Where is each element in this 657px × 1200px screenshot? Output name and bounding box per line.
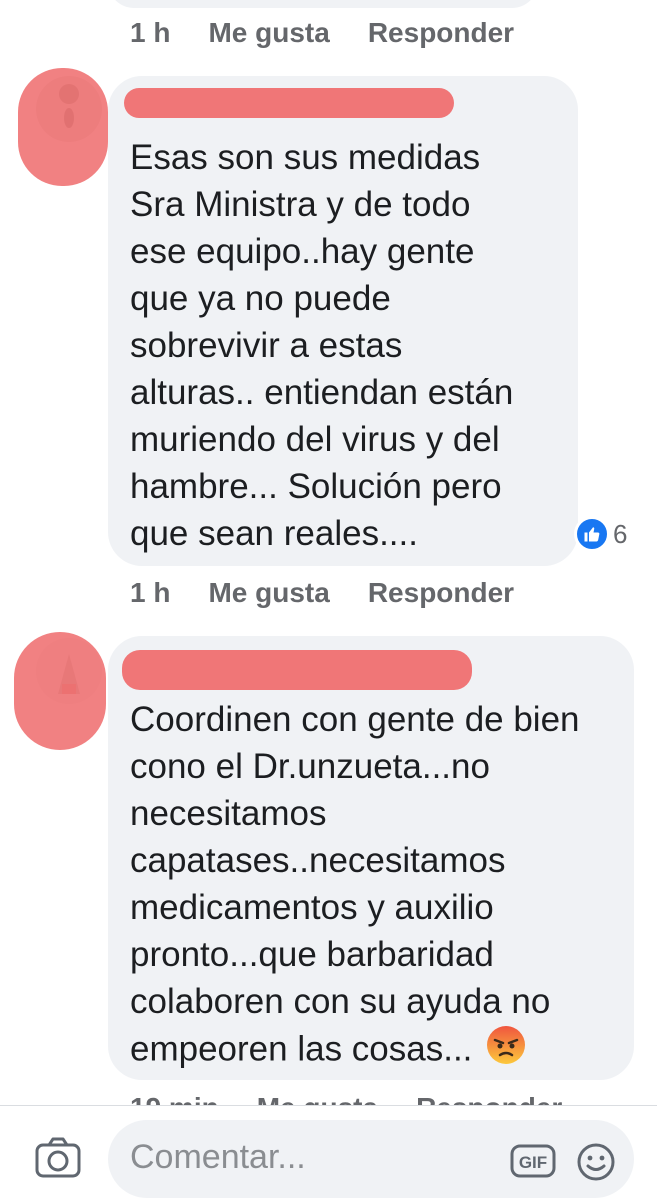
author-name-redacted (122, 650, 472, 690)
comment-composer: Comentar... GIF (0, 1106, 657, 1200)
comment-text: Esas son sus medidas Sra Ministra y de t… (130, 134, 558, 557)
comment-line: necesitamos (130, 794, 327, 833)
gif-label: GIF (519, 1153, 547, 1172)
comment-time: 1 h (130, 17, 171, 48)
comment-line: que sean reales.... (130, 514, 418, 553)
comment-line: alturas.. entiendan están (130, 373, 514, 412)
comment-line: cono el Dr.unzueta...no (130, 747, 490, 786)
like-link[interactable]: Me gusta (208, 17, 329, 49)
comment-time: 1 h (130, 577, 171, 608)
gif-button[interactable]: GIF (510, 1144, 556, 1183)
comment-line: que ya no puede (130, 279, 391, 318)
camera-icon[interactable] (34, 1136, 82, 1185)
comment-line: pronto...que barbaridad (130, 935, 494, 974)
reply-link[interactable]: Responder (368, 577, 514, 609)
comment-line: medicamentos y auxilio (130, 888, 494, 927)
comment-line: Esas son sus medidas (130, 138, 481, 177)
reply-link[interactable]: Responder (368, 17, 514, 49)
reaction-summary[interactable]: 6 (574, 516, 627, 552)
avatar-redaction (14, 632, 106, 750)
angry-face-icon (486, 1025, 526, 1077)
comment-bubble[interactable]: Coordinen con gente de bien cono el Dr.u… (108, 636, 634, 1080)
comment-line: colaboren con su ayuda no (130, 982, 551, 1021)
comment-text: Coordinen con gente de bien cono el Dr.u… (130, 696, 614, 1077)
comment-line: muriendo del virus y del (130, 420, 500, 459)
comment-input[interactable]: Comentar... GIF (108, 1120, 634, 1198)
comment-line: sobrevivir a estas (130, 326, 403, 365)
comment-line: hambre... Solución pero (130, 467, 502, 506)
like-link[interactable]: Me gusta (208, 577, 329, 609)
comment-line: Coordinen con gente de bien (130, 700, 580, 739)
comment-placeholder: Comentar... (130, 1138, 306, 1176)
comment-bubble[interactable]: Esas son sus medidas Sra Ministra y de t… (108, 76, 578, 566)
comment-line-with-emoji: empeoren las cosas... (130, 1025, 614, 1077)
previous-comment-bubble (108, 0, 538, 8)
reaction-count: 6 (613, 518, 628, 549)
comment-actions-previous: 1 h Me gusta Responder (130, 16, 514, 50)
comment-line: Sra Ministra y de todo (130, 185, 471, 224)
comment-line: ese equipo..hay gente (130, 232, 475, 271)
comment-line: capatases..necesitamos (130, 841, 506, 880)
comment-line: empeoren las cosas... (130, 1029, 473, 1069)
like-icon (574, 516, 610, 552)
author-name-redacted (124, 88, 454, 118)
smiley-icon[interactable] (576, 1142, 616, 1187)
avatar-redaction (18, 68, 108, 186)
comment-actions: 1 h Me gusta Responder (130, 576, 514, 610)
